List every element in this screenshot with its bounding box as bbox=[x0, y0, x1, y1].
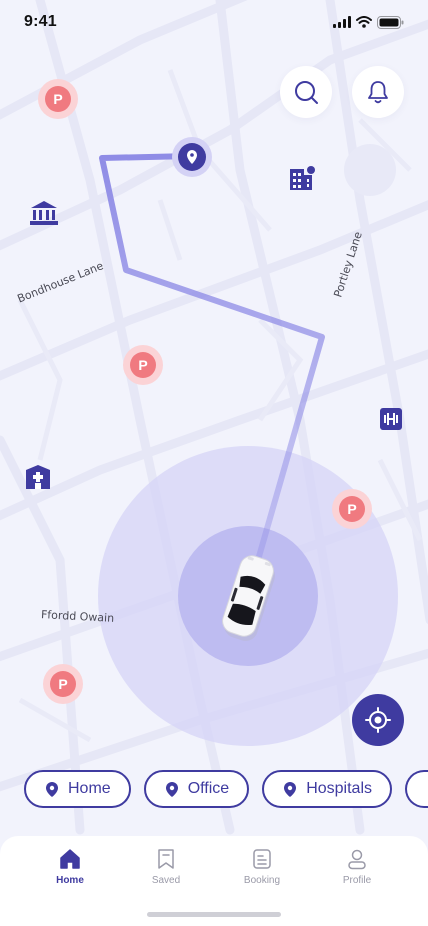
parking-label: P bbox=[130, 352, 156, 378]
search-button[interactable] bbox=[280, 66, 332, 118]
tab-label: Saved bbox=[151, 875, 181, 886]
bookmark-icon bbox=[158, 849, 174, 869]
parking-marker[interactable]: P bbox=[43, 664, 83, 704]
location-pin-icon bbox=[165, 781, 178, 797]
status-time: 9:41 bbox=[24, 13, 57, 30]
chip-label: Hospitals bbox=[306, 780, 372, 797]
parking-label: P bbox=[339, 496, 365, 522]
tab-home[interactable]: Home bbox=[35, 848, 105, 886]
my-location-button[interactable] bbox=[352, 694, 404, 746]
search-icon bbox=[295, 81, 318, 104]
wifi-icon bbox=[356, 16, 372, 28]
status-bar: 9:41 bbox=[0, 0, 428, 44]
quick-destinations: Home Office Hospitals bbox=[24, 770, 428, 808]
building-icon[interactable] bbox=[289, 165, 317, 191]
hospital-icon[interactable] bbox=[25, 464, 51, 490]
tab-booking[interactable]: Booking bbox=[227, 848, 297, 886]
chip-office[interactable]: Office bbox=[143, 770, 250, 808]
chip-label: Office bbox=[187, 780, 230, 797]
location-pin-icon bbox=[46, 781, 58, 797]
tab-profile[interactable]: Profile bbox=[322, 848, 392, 886]
notifications-button[interactable] bbox=[352, 66, 404, 118]
tab-label: Home bbox=[56, 875, 84, 886]
tab-label: Booking bbox=[243, 875, 281, 886]
home-icon bbox=[60, 849, 80, 869]
gym-icon[interactable] bbox=[380, 408, 402, 430]
bell-icon bbox=[368, 81, 388, 104]
battery-icon bbox=[377, 15, 404, 29]
user-icon bbox=[348, 849, 366, 870]
parking-marker[interactable]: P bbox=[123, 345, 163, 385]
home-indicator bbox=[147, 912, 281, 917]
chip-label: Home bbox=[68, 780, 111, 797]
document-icon bbox=[253, 849, 271, 869]
chip-more[interactable] bbox=[405, 770, 428, 808]
tab-saved[interactable]: Saved bbox=[131, 848, 201, 886]
parking-marker[interactable]: P bbox=[38, 79, 78, 119]
bank-icon[interactable] bbox=[29, 200, 59, 226]
crosshair-icon bbox=[365, 707, 391, 733]
parking-label: P bbox=[50, 671, 76, 697]
parking-label: P bbox=[45, 86, 71, 112]
signal-icon bbox=[333, 16, 351, 28]
chip-hospitals[interactable]: Hospitals bbox=[262, 770, 392, 808]
location-pin-icon bbox=[284, 781, 297, 797]
parking-marker[interactable]: P bbox=[332, 489, 372, 529]
chip-home[interactable]: Home bbox=[24, 770, 131, 808]
status-icons bbox=[333, 15, 404, 29]
tab-label: Profile bbox=[342, 875, 372, 886]
